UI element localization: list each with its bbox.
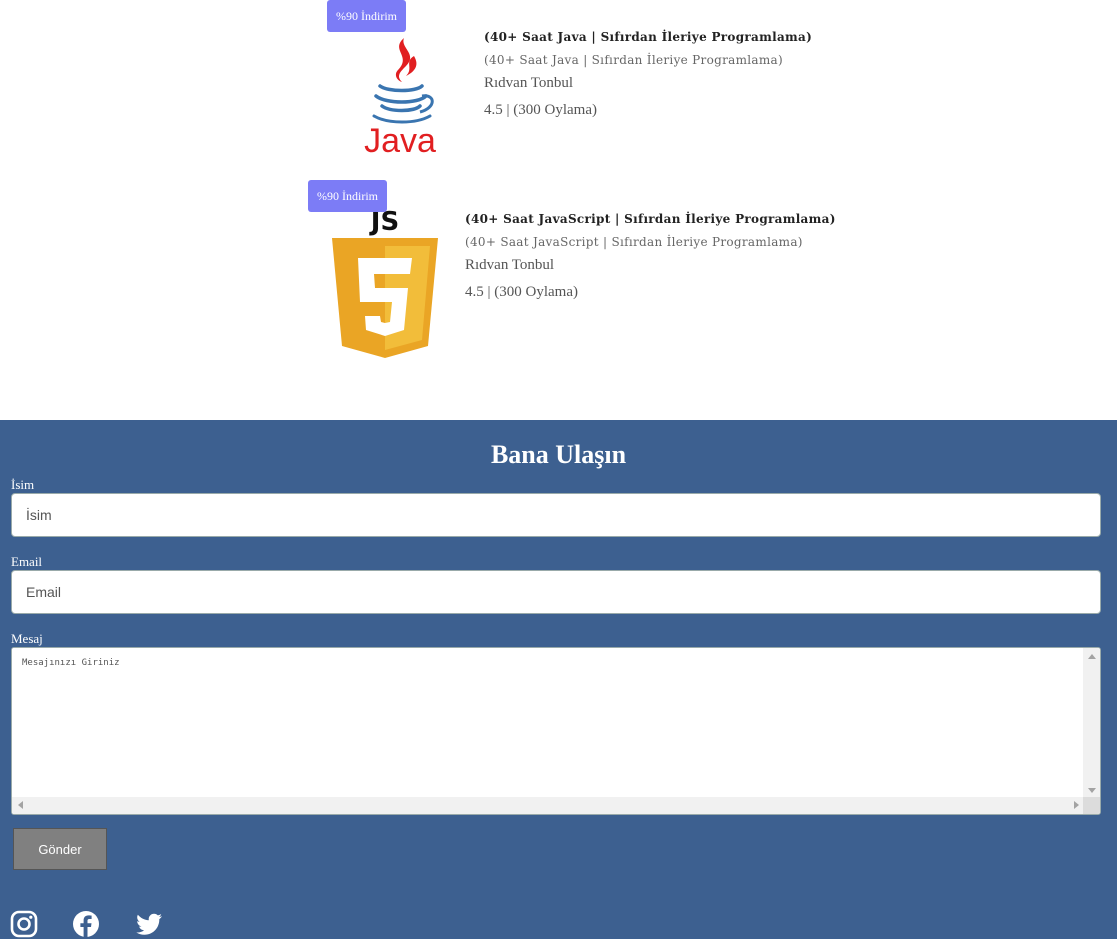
scroll-down-icon[interactable] <box>1088 788 1096 793</box>
scroll-up-icon[interactable] <box>1088 654 1096 659</box>
facebook-icon[interactable] <box>72 910 100 938</box>
message-textarea[interactable] <box>12 648 1085 799</box>
course-title[interactable]: (40+ Saat JavaScript | Sıfırdan İleriye … <box>465 212 836 226</box>
horizontal-scrollbar[interactable] <box>12 797 1085 814</box>
resize-handle[interactable] <box>1083 797 1100 814</box>
message-textarea-wrapper <box>11 647 1101 815</box>
contact-section: Bana Ulaşın İsim Email Mesaj Gönder <box>0 420 1117 939</box>
course-subtitle: (40+ Saat JavaScript | Sıfırdan İleriye … <box>465 235 803 249</box>
course-info: (40+ Saat JavaScript | Sıfırdan İleriye … <box>465 212 836 301</box>
name-input[interactable] <box>11 493 1101 537</box>
contact-title: Bana Ulaşın <box>490 440 627 469</box>
course-rating: 4.5 | (300 Oylama) <box>484 102 597 118</box>
java-logo-icon: Java <box>364 38 436 160</box>
discount-badge: %90 İndirim <box>327 0 406 32</box>
course-subtitle: (40+ Saat Java | Sıfırdan İleriye Progra… <box>484 53 783 67</box>
js-shield-logo-icon: JS <box>332 207 438 358</box>
course-rating: 4.5 | (300 Oylama) <box>465 284 578 300</box>
course-author: Rıdvan Tonbul <box>465 257 555 273</box>
discount-badge: %90 İndirim <box>308 180 387 212</box>
course-title[interactable]: (40+ Saat Java | Sıfırdan İleriye Progra… <box>484 30 812 44</box>
vertical-scrollbar[interactable] <box>1083 648 1100 799</box>
instagram-icon[interactable] <box>10 910 38 938</box>
scroll-left-icon[interactable] <box>18 801 23 809</box>
name-label: İsim <box>11 477 35 492</box>
twitter-icon[interactable] <box>135 910 163 938</box>
svg-text:Java: Java <box>364 122 436 160</box>
course-author: Rıdvan Tonbul <box>484 75 574 91</box>
email-input[interactable] <box>11 570 1101 614</box>
message-label: Mesaj <box>11 631 43 646</box>
email-label: Email <box>11 554 43 569</box>
send-button[interactable]: Gönder <box>13 828 107 870</box>
scroll-right-icon[interactable] <box>1074 801 1079 809</box>
course-info: (40+ Saat Java | Sıfırdan İleriye Progra… <box>484 30 812 119</box>
